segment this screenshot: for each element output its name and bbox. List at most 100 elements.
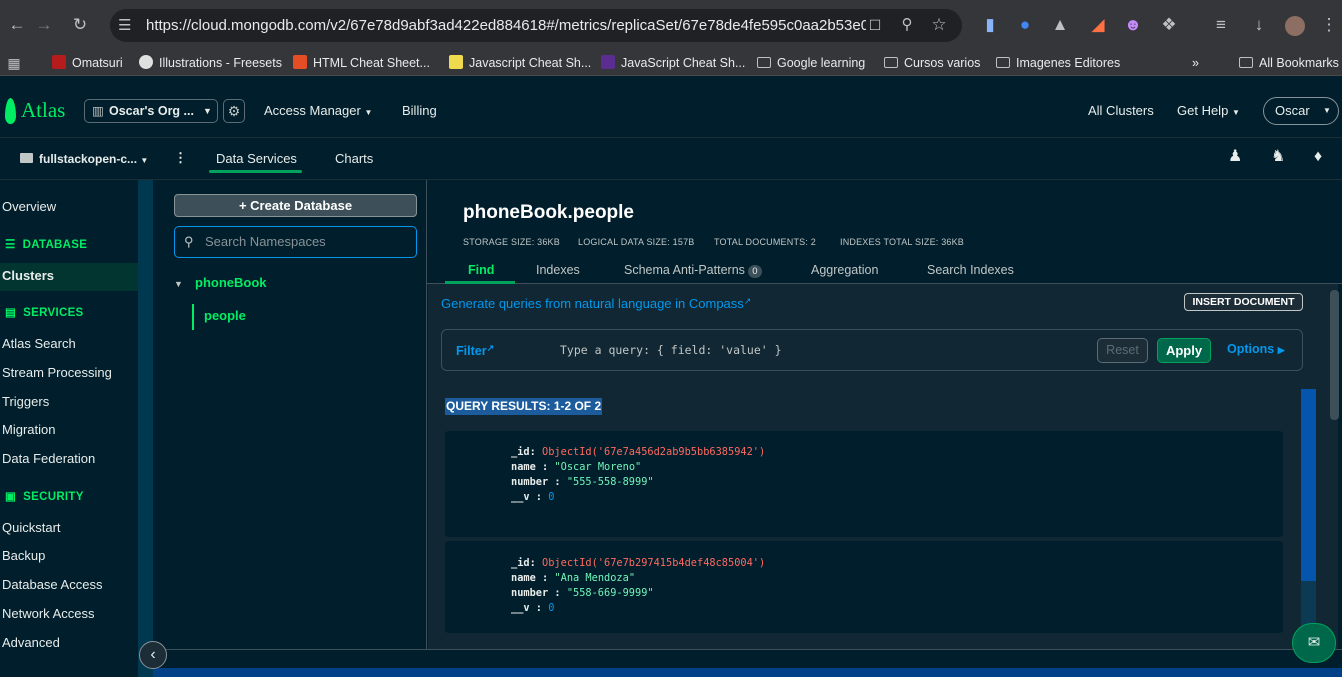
bookmarks-bar: ▦ Omatsuri Illustrations - Freesets HTML… [0,50,1342,76]
org-name: Oscar's Org ... [109,104,194,118]
query-input[interactable]: Type a query: { field: 'value' } [560,343,1080,358]
collection-item[interactable]: people [204,308,246,323]
extension-docs-icon[interactable]: ▮ [979,15,1001,35]
caret-down-icon[interactable]: ▼ [174,279,183,289]
bookmark-star-icon[interactable]: ☆ [928,15,950,35]
apply-button[interactable]: Apply [1157,338,1211,363]
project-more-icon[interactable]: ⋮ [174,149,187,167]
collapse-sidebar-icon[interactable]: ‹ [139,641,167,669]
org-selector[interactable]: ▥ Oscar's Org ... ▼ [84,99,218,123]
folder-icon [757,57,771,68]
compass-link[interactable]: Generate queries from natural language i… [441,293,751,312]
tab-aggregation[interactable]: Aggregation [811,262,878,278]
billing-link[interactable]: Billing [402,102,437,120]
menu-icon[interactable]: ⋮ [1318,15,1340,35]
sidebar-item-quickstart[interactable]: Quickstart [2,519,61,537]
sidebar-item-network-access[interactable]: Network Access [2,605,94,623]
chat-support-icon[interactable]: ✉ [1292,623,1336,663]
database-stack-icon: ☰ [5,239,16,251]
apps-icon[interactable]: ▦ [3,53,25,73]
tab-indexes[interactable]: Indexes [536,262,580,278]
sidebar-item-advanced[interactable]: Advanced [2,634,60,652]
sidebar-item-migration[interactable]: Migration [2,421,55,439]
insert-document-button[interactable]: INSERT DOCUMENT [1184,293,1303,311]
all-clusters-link[interactable]: All Clusters [1088,102,1154,120]
sidebar-item-clusters[interactable]: Clusters [2,267,54,285]
profile-avatar[interactable] [1285,16,1305,36]
site-info-icon[interactable]: ☰ [118,9,131,42]
bookmark-item[interactable]: Omatsuri [52,54,123,72]
external-link-icon: ↗ [486,343,495,353]
tab-charts[interactable]: Charts [335,150,373,168]
reload-icon[interactable]: ↻ [69,15,91,35]
translate-icon[interactable]: ☐ [864,15,886,35]
tab-find[interactable]: Find [468,262,494,278]
atlas-logo[interactable]: Atlas [21,98,65,123]
sidebar-item-atlas-search[interactable]: Atlas Search [2,335,76,353]
user-menu[interactable]: Oscar ▼ [1263,97,1339,125]
collection-indent-bar [192,304,194,330]
extension-mouse-icon[interactable]: ▲ [1049,15,1071,35]
page-scrollbar[interactable] [1330,290,1339,420]
notifications-bell-icon[interactable]: ♦ [1314,148,1322,166]
sidebar-item-triggers[interactable]: Triggers [2,393,49,411]
extensions-puzzle-icon[interactable]: ❖ [1158,15,1180,35]
bottom-divider [153,649,1342,650]
zoom-icon[interactable]: ⚲ [896,15,918,35]
download-icon[interactable]: ↓ [1248,15,1270,35]
sidebar-item-backup[interactable]: Backup [2,547,45,565]
get-help-menu[interactable]: Get Help ▼ [1177,102,1240,122]
sidebar-item-stream-processing[interactable]: Stream Processing [2,364,112,382]
tab-search-indexes[interactable]: Search Indexes [927,262,1014,278]
sidebar-section-security: ▣ SECURITY [5,491,84,503]
back-icon[interactable]: ← [6,15,28,35]
more-bookmarks-icon[interactable]: » [1192,54,1199,72]
folder-icon [1239,57,1253,68]
bookmark-item[interactable]: Illustrations - Freesets [139,54,282,72]
active-tab-underline [209,170,302,173]
stat-storage-size: STORAGE SIZE: 36KB [463,237,560,247]
extension-sync-icon[interactable]: ● [1014,15,1036,35]
folder-icon [884,57,898,68]
bookmark-folder[interactable]: Cursos varios [884,54,980,72]
database-item[interactable]: phoneBook [195,275,267,290]
sidebar-section-database: ☰ DATABASE [5,239,88,251]
create-database-button[interactable]: + Create Database [174,194,417,217]
reset-button[interactable]: Reset [1097,338,1148,363]
sidebar-item-database-access[interactable]: Database Access [2,576,102,594]
stat-indexes-size: INDEXES TOTAL SIZE: 36KB [840,237,965,247]
external-link-icon: ↗ [743,296,752,306]
query-results-count: QUERY RESULTS: 1-2 OF 2 [445,398,603,415]
search-placeholder: Search Namespaces [205,234,326,249]
bookmark-item[interactable]: HTML Cheat Sheet... [293,54,430,72]
extension-face-icon[interactable]: ☻ [1122,15,1144,35]
tabs-divider [427,283,1342,284]
filter-label[interactable]: Filter↗ [456,341,494,359]
tab-data-services[interactable]: Data Services [216,150,297,168]
caret-down-icon: ▼ [1323,106,1331,115]
options-toggle[interactable]: Options ▶ [1227,342,1285,358]
sidebar-item-data-federation[interactable]: Data Federation [2,450,95,468]
media-list-icon[interactable]: ≡ [1210,15,1232,35]
tab-schema-anti-patterns[interactable]: Schema Anti-Patterns 0 [624,262,762,278]
activity-feed-icon[interactable]: ♞ [1271,148,1285,166]
bookmark-folder[interactable]: Imagenes Editores [996,54,1120,72]
doc-field-version: __v : 0 [511,602,555,614]
search-namespaces-input[interactable]: ⚲ Search Namespaces [174,226,417,258]
bookmark-item[interactable]: Javascript Cheat Sh... [449,54,591,72]
folder-icon [20,153,33,163]
bookmark-item[interactable]: JavaScript Cheat Sh... [601,54,745,72]
address-bar[interactable]: ☰ https://cloud.mongodb.com/v2/67e78d9ab… [110,9,962,42]
forward-icon[interactable]: → [33,15,55,35]
search-icon: ⚲ [184,234,194,249]
org-settings-gear-icon[interactable]: ⚙ [223,99,245,123]
results-scrollbar-thumb[interactable] [1301,389,1316,581]
extension-orange-icon[interactable]: ◢ [1087,15,1109,35]
all-bookmarks[interactable]: All Bookmarks [1239,54,1339,72]
sidebar-item-overview[interactable]: Overview [2,198,56,216]
invite-user-icon[interactable]: ♟ [1228,148,1242,166]
bookmark-folder[interactable]: Google learning [757,54,865,72]
project-selector[interactable]: fullstackopen-c... ▼ [39,150,148,170]
access-manager-menu[interactable]: Access Manager ▼ [264,102,372,122]
bookmark-favicon-icon [293,55,307,69]
